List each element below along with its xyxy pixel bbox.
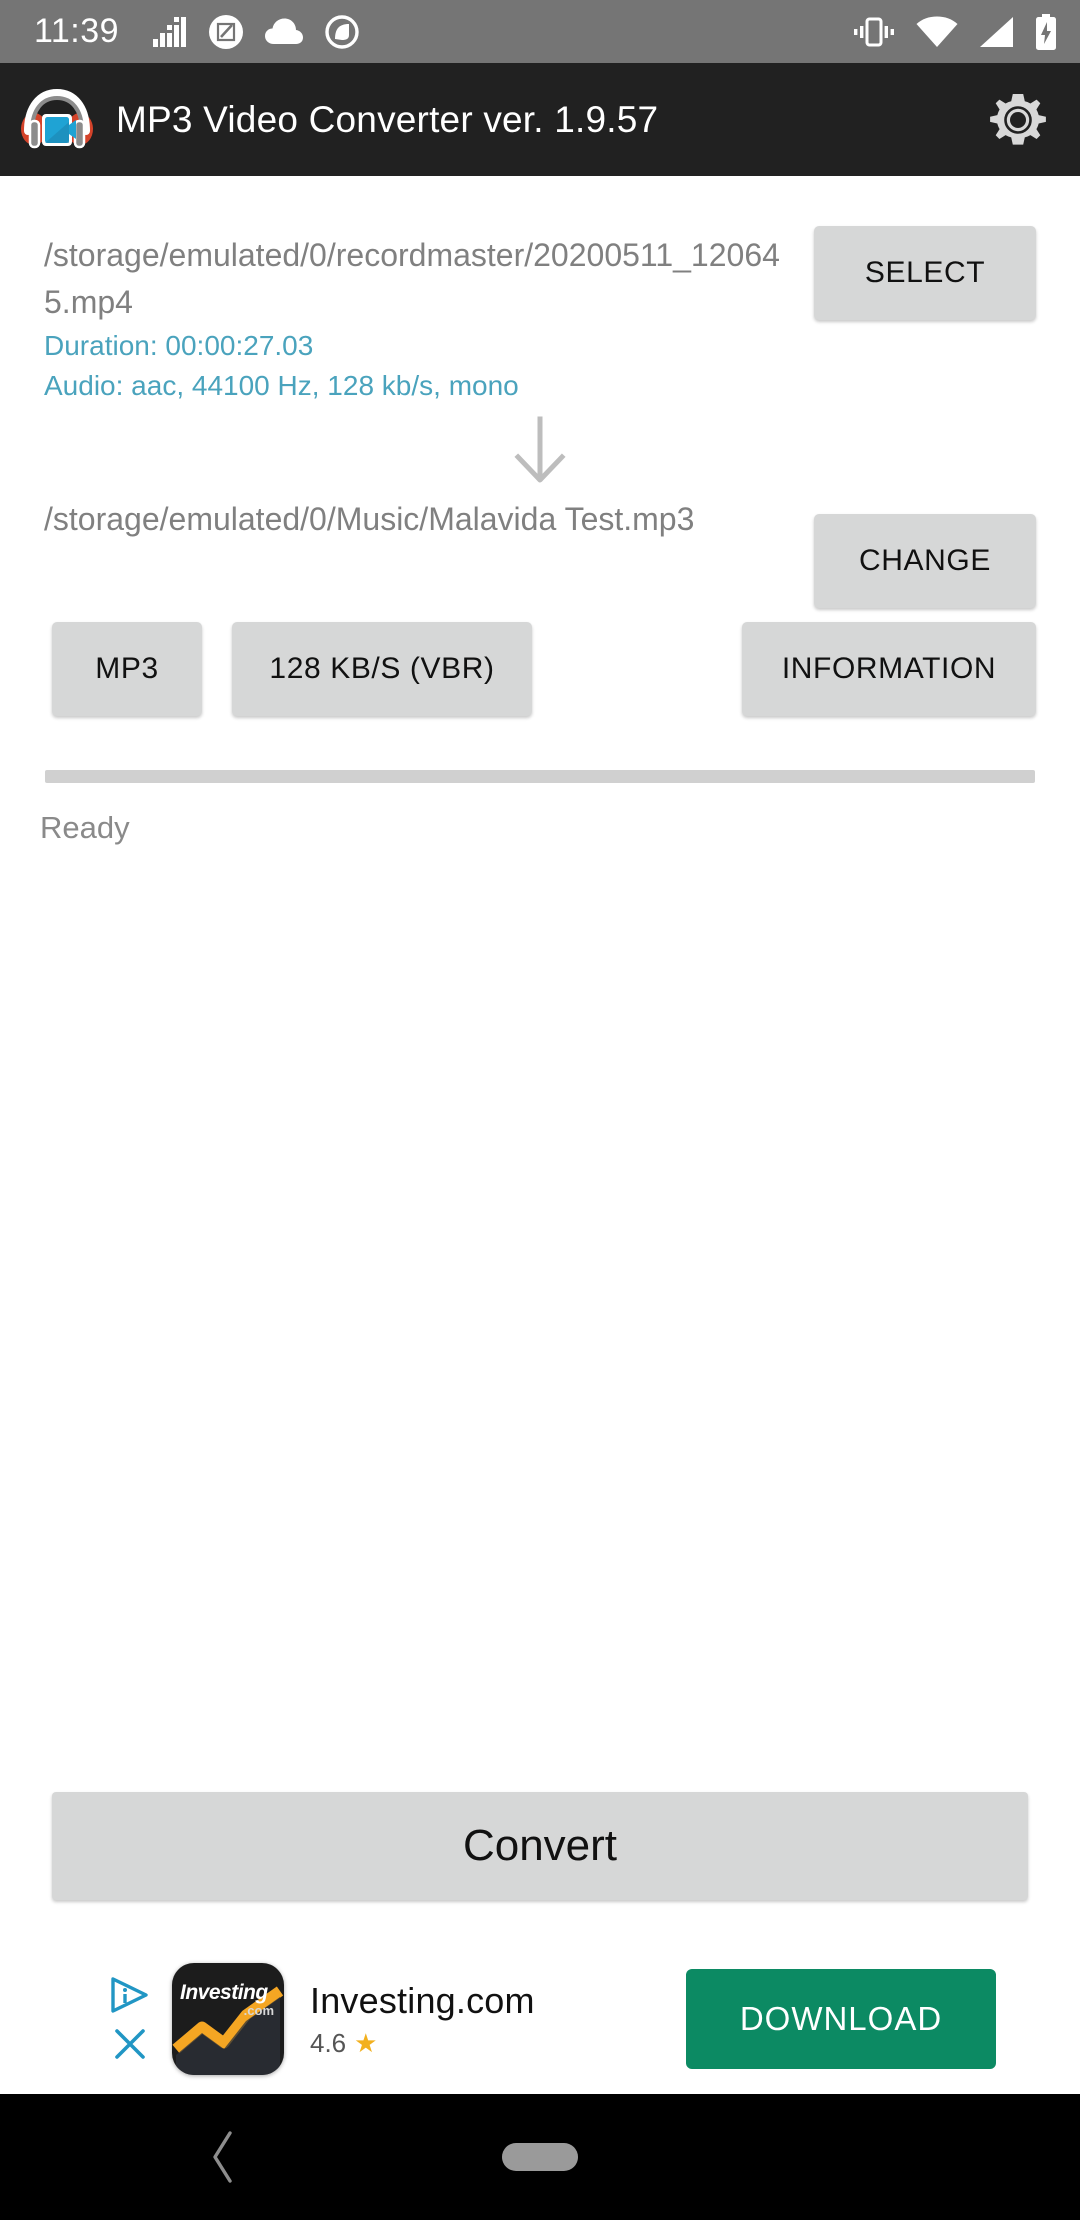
vibrate-icon <box>854 17 894 46</box>
ad-title: Investing.com <box>310 1979 535 2021</box>
ad-icon-label: Investing <box>180 1981 268 2004</box>
investing-app-icon: Investing .com <box>172 1963 284 2075</box>
source-file-path: /storage/emulated/0/recordmaster/2020051… <box>44 237 780 320</box>
main-content: /storage/emulated/0/recordmaster/2020051… <box>0 176 1080 2097</box>
ad-banner[interactable]: Investing .com Investing.com 4.6 ★ DOWNL… <box>0 1944 1080 2094</box>
wifi-icon <box>916 16 958 47</box>
change-button[interactable]: CHANGE <box>814 514 1036 608</box>
source-audio-info: Audio: aac, 44100 Hz, 128 kb/s, mono <box>44 370 519 401</box>
status-clock: 11:39 <box>34 12 120 50</box>
destination-file-row: /storage/emulated/0/Music/Malavida Test.… <box>0 496 1080 608</box>
status-bar-notification-icons <box>153 14 359 49</box>
convert-button[interactable]: Convert <box>52 1792 1028 1900</box>
bitrate-button[interactable]: 128 KB/S (VBR) <box>232 622 532 716</box>
ad-controls <box>100 1976 160 2062</box>
conversion-progress-bar <box>45 770 1035 783</box>
app-bar: MP3 Video Converter ver. 1.9.57 <box>0 63 1080 176</box>
headphones-video-icon <box>18 81 96 159</box>
information-button[interactable]: INFORMATION <box>742 622 1036 716</box>
gear-icon[interactable] <box>988 90 1048 150</box>
source-duration: Duration: 00:00:27.03 <box>44 330 314 361</box>
page-title: MP3 Video Converter ver. 1.9.57 <box>116 98 659 140</box>
status-bar: 11:39 <box>0 0 1080 63</box>
circle-slash-icon <box>325 14 359 49</box>
close-icon[interactable] <box>112 2026 148 2062</box>
ad-rating-value: 4.6 <box>310 2027 347 2058</box>
status-label: Ready <box>40 810 130 845</box>
star-icon: ★ <box>354 2027 378 2058</box>
navigation-bar <box>0 2094 1080 2220</box>
home-pill-icon[interactable] <box>502 2143 578 2171</box>
ad-icon-sublabel: .com <box>243 2003 274 2018</box>
cellular-signal-icon <box>980 16 1013 47</box>
format-button[interactable]: MP3 <box>52 622 202 716</box>
destination-file-path: /storage/emulated/0/Music/Malavida Test.… <box>44 501 695 537</box>
back-chevron-icon[interactable] <box>208 2130 238 2184</box>
source-file-row: /storage/emulated/0/recordmaster/2020051… <box>0 226 1080 406</box>
source-file-info: /storage/emulated/0/recordmaster/2020051… <box>44 232 784 406</box>
adchoices-icon[interactable] <box>110 1976 150 2014</box>
arrow-down-icon <box>0 416 1080 490</box>
android-screen: 11:39 MP3 Video Converter ver. 1.9.57 /s… <box>0 0 1080 2220</box>
ad-copy: Investing.com 4.6 ★ <box>310 1980 535 2059</box>
ad-rating: 4.6 ★ <box>310 2028 535 2059</box>
cloud-icon <box>265 18 304 44</box>
crop-edit-icon <box>209 14 244 49</box>
equalizer-icon <box>153 16 187 47</box>
status-bar-system-icons <box>852 13 1058 50</box>
select-button[interactable]: SELECT <box>814 226 1036 320</box>
battery-charging-icon <box>1036 13 1056 50</box>
ad-download-button[interactable]: DOWNLOAD <box>686 1969 996 2069</box>
